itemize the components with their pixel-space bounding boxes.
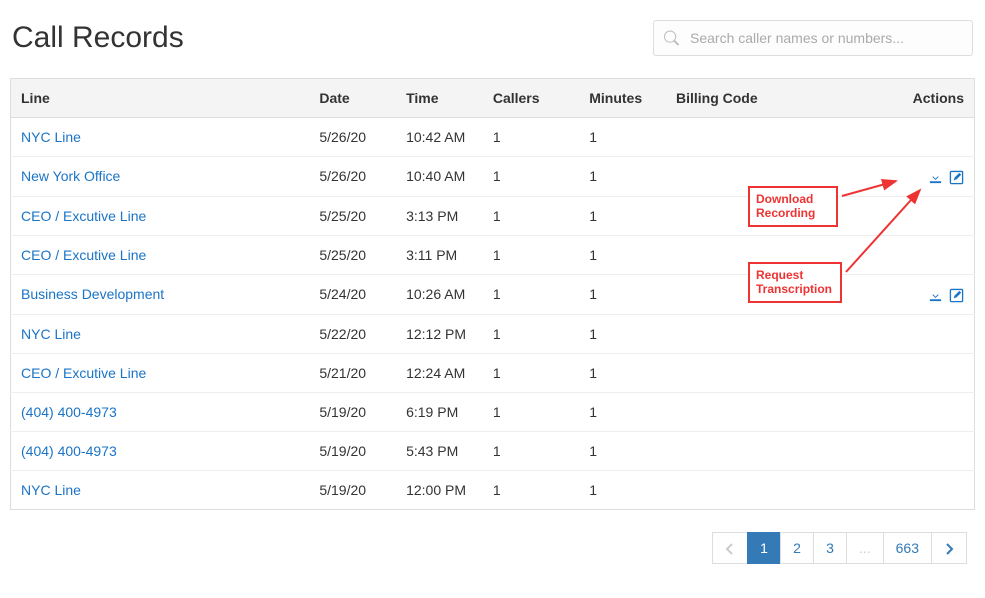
cell-callers: 1	[483, 235, 579, 274]
cell-actions	[859, 392, 975, 431]
line-link[interactable]: (404) 400-4973	[21, 443, 117, 459]
table-header-row: Line Date Time Callers Minutes Billing C…	[11, 79, 975, 118]
cell-callers: 1	[483, 431, 579, 470]
line-link[interactable]: NYC Line	[21, 129, 81, 145]
page-next[interactable]	[931, 532, 967, 564]
annotation-download-recording: Download Recording	[748, 186, 838, 227]
cell-callers: 1	[483, 196, 579, 235]
download-icon[interactable]	[928, 170, 943, 185]
cell-date: 5/19/20	[309, 470, 396, 509]
cell-date: 5/22/20	[309, 314, 396, 353]
cell-time: 12:12 PM	[396, 314, 483, 353]
search-icon	[664, 31, 679, 46]
cell-date: 5/19/20	[309, 392, 396, 431]
cell-billing	[666, 314, 859, 353]
cell-minutes: 1	[579, 392, 666, 431]
search-field-wrap	[653, 20, 973, 56]
cell-time: 10:26 AM	[396, 274, 483, 314]
cell-minutes: 1	[579, 314, 666, 353]
download-icon[interactable]	[928, 288, 943, 303]
cell-minutes: 1	[579, 274, 666, 314]
cell-date: 5/26/20	[309, 118, 396, 157]
pagination: 123...663	[713, 532, 967, 564]
cell-time: 3:11 PM	[396, 235, 483, 274]
cell-callers: 1	[483, 274, 579, 314]
page-1[interactable]: 1	[747, 532, 781, 564]
cell-callers: 1	[483, 314, 579, 353]
cell-minutes: 1	[579, 196, 666, 235]
cell-minutes: 1	[579, 157, 666, 197]
cell-time: 12:24 AM	[396, 353, 483, 392]
cell-actions	[859, 157, 975, 197]
page-663[interactable]: 663	[883, 532, 932, 564]
cell-minutes: 1	[579, 353, 666, 392]
page-prev[interactable]	[712, 532, 748, 564]
cell-actions	[859, 353, 975, 392]
line-link[interactable]: CEO / Excutive Line	[21, 365, 146, 381]
cell-actions	[859, 235, 975, 274]
col-actions: Actions	[859, 79, 975, 118]
edit-icon[interactable]	[949, 170, 964, 185]
cell-date: 5/19/20	[309, 431, 396, 470]
cell-callers: 1	[483, 470, 579, 509]
cell-date: 5/24/20	[309, 274, 396, 314]
line-link[interactable]: CEO / Excutive Line	[21, 247, 146, 263]
col-line[interactable]: Line	[11, 79, 310, 118]
line-link[interactable]: (404) 400-4973	[21, 404, 117, 420]
cell-callers: 1	[483, 118, 579, 157]
cell-time: 12:00 PM	[396, 470, 483, 509]
table-row: NYC Line5/22/2012:12 PM11	[11, 314, 975, 353]
cell-actions	[859, 274, 975, 314]
cell-date: 5/21/20	[309, 353, 396, 392]
line-link[interactable]: NYC Line	[21, 326, 81, 342]
cell-actions	[859, 431, 975, 470]
search-input[interactable]	[653, 20, 973, 56]
cell-callers: 1	[483, 353, 579, 392]
table-row: NYC Line5/26/2010:42 AM11	[11, 118, 975, 157]
table-row: (404) 400-49735/19/205:43 PM11	[11, 431, 975, 470]
cell-time: 10:42 AM	[396, 118, 483, 157]
cell-actions	[859, 470, 975, 509]
line-link[interactable]: CEO / Excutive Line	[21, 208, 146, 224]
page-3[interactable]: 3	[813, 532, 847, 564]
cell-actions	[859, 314, 975, 353]
cell-date: 5/26/20	[309, 157, 396, 197]
cell-billing	[666, 118, 859, 157]
cell-actions	[859, 196, 975, 235]
cell-billing	[666, 470, 859, 509]
cell-billing	[666, 392, 859, 431]
cell-time: 10:40 AM	[396, 157, 483, 197]
cell-billing	[666, 353, 859, 392]
cell-minutes: 1	[579, 470, 666, 509]
cell-minutes: 1	[579, 431, 666, 470]
line-link[interactable]: Business Development	[21, 286, 164, 302]
edit-icon[interactable]	[949, 288, 964, 303]
cell-time: 6:19 PM	[396, 392, 483, 431]
annotation-request-transcription: Request Transcription	[748, 262, 842, 303]
col-billing[interactable]: Billing Code	[666, 79, 859, 118]
line-link[interactable]: NYC Line	[21, 482, 81, 498]
table-row: NYC Line5/19/2012:00 PM11	[11, 470, 975, 509]
table-row: (404) 400-49735/19/206:19 PM11	[11, 392, 975, 431]
col-time[interactable]: Time	[396, 79, 483, 118]
cell-minutes: 1	[579, 118, 666, 157]
cell-time: 3:13 PM	[396, 196, 483, 235]
cell-actions	[859, 118, 975, 157]
col-minutes[interactable]: Minutes	[579, 79, 666, 118]
col-date[interactable]: Date	[309, 79, 396, 118]
cell-time: 5:43 PM	[396, 431, 483, 470]
line-link[interactable]: New York Office	[21, 168, 120, 184]
cell-date: 5/25/20	[309, 235, 396, 274]
cell-callers: 1	[483, 157, 579, 197]
cell-minutes: 1	[579, 235, 666, 274]
cell-date: 5/25/20	[309, 196, 396, 235]
page-ellipsis: ...	[846, 532, 884, 564]
col-callers[interactable]: Callers	[483, 79, 579, 118]
cell-callers: 1	[483, 392, 579, 431]
cell-billing	[666, 431, 859, 470]
table-row: CEO / Excutive Line5/21/2012:24 AM11	[11, 353, 975, 392]
page-2[interactable]: 2	[780, 532, 814, 564]
page-title: Call Records	[12, 21, 184, 55]
